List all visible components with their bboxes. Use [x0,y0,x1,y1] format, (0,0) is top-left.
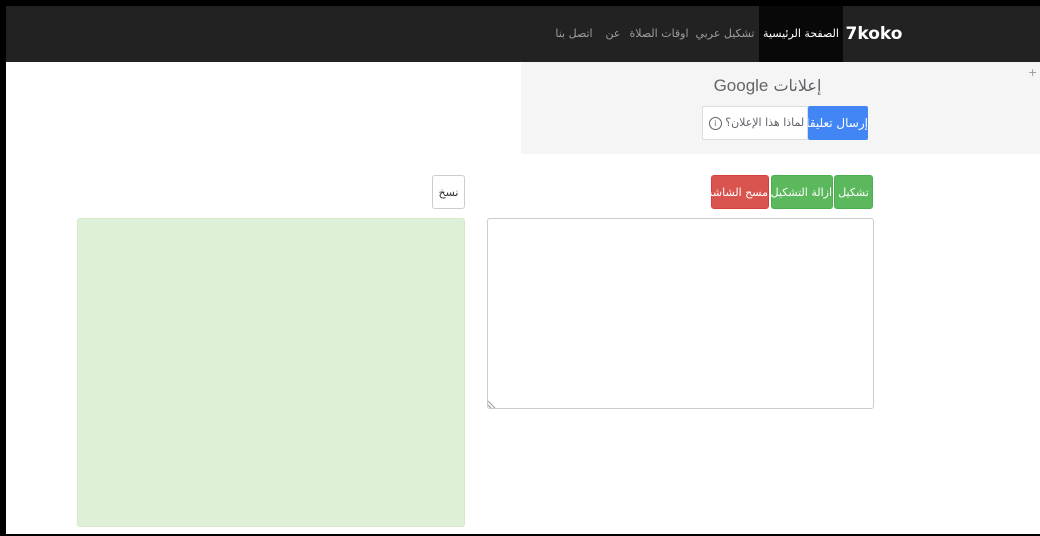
resize-grip-icon[interactable] [487,400,496,409]
remove-tashkeel-button[interactable]: ازالة التشكيل [771,175,833,209]
brand-logo[interactable]: 7koko [844,6,904,62]
google-wordmark: Google [713,76,769,95]
ad-why-this-ad-button[interactable]: لماذا هذا الإعلان؟ i [702,106,808,140]
tashkeel-input-textarea[interactable] [487,218,874,409]
top-navbar: 7koko الصفحة الرئيسية تشكيل عربي اوقات ا… [6,6,1040,62]
ad-why-this-ad-label: لماذا هذا الإعلان؟ [725,116,805,129]
tashkeel-button[interactable]: تشكيل [834,175,873,209]
nav-arabic-tashkeel[interactable]: تشكيل عربي [692,6,758,62]
nav-home[interactable]: الصفحة الرئيسية [759,6,843,62]
copy-button[interactable]: نسخ [432,175,465,209]
info-icon: i [708,116,722,130]
tashkeel-output-panel [77,218,465,527]
nav-prayer-times[interactable]: اوقات الصلاة [626,6,692,62]
ad-title: إعلانات Google [700,76,835,100]
ad-title-arabic: إعلانات [773,76,822,95]
ad-send-feedback-button[interactable]: إرسال تعليقات [795,106,868,140]
clear-screen-button[interactable]: مسح الشاشه [707,175,769,209]
nav-about[interactable]: عن [600,6,626,62]
ad-corner-mark: + [1028,66,1038,79]
nav-contact[interactable]: اتصل بنا [550,6,598,62]
